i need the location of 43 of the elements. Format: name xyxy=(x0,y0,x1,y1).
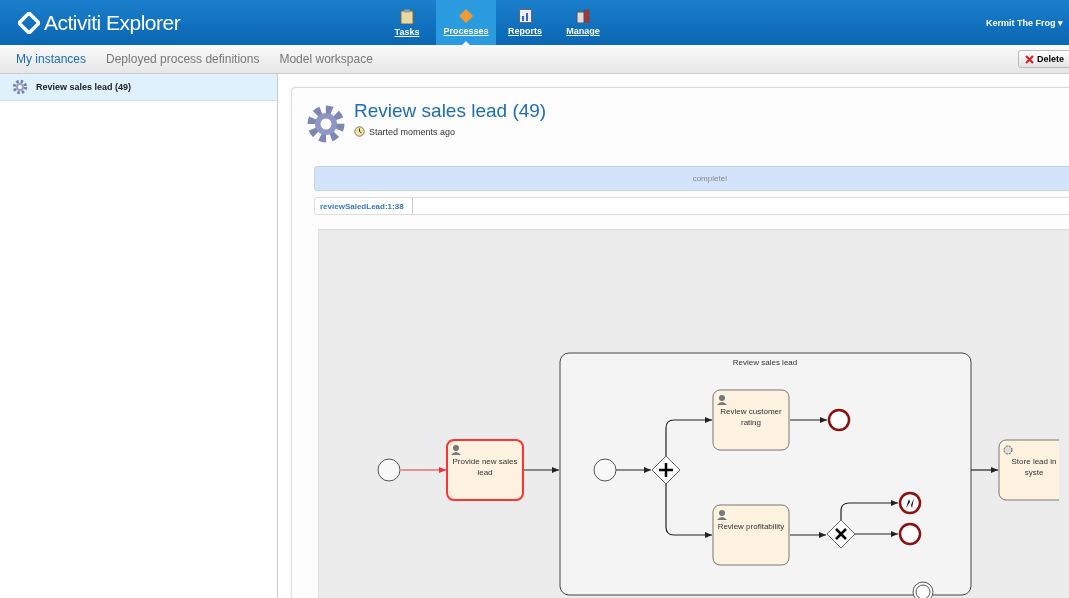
sequence-arrow xyxy=(615,467,652,473)
task-label: Store lead in syste xyxy=(1010,456,1058,478)
started-time-text: Started moments ago xyxy=(369,126,456,137)
sequence-arrow xyxy=(522,467,560,473)
gear-icon xyxy=(1003,445,1013,455)
nav-tab[interactable]: Manage xyxy=(554,0,612,45)
cross-icon xyxy=(1025,54,1034,64)
person-icon xyxy=(451,445,461,455)
delete-button[interactable]: Delete xyxy=(1018,50,1069,68)
sequence-arrow xyxy=(665,417,713,457)
diamond-icon xyxy=(459,9,473,23)
task-label: Review customer rating xyxy=(719,406,783,428)
sequence-arrow xyxy=(789,417,828,423)
sequence-arrow xyxy=(840,500,899,521)
person-icon xyxy=(717,510,727,520)
nav-tab[interactable]: Tasks xyxy=(378,0,436,45)
sequence-arrow xyxy=(400,467,447,473)
breadcrumb-link[interactable]: reviewSaledLead:1:38 xyxy=(315,198,413,214)
sequence-arrow xyxy=(665,483,713,538)
sequence-arrow xyxy=(789,532,827,538)
nav-tab[interactable]: Processes xyxy=(436,0,496,45)
task-label: Review profitability xyxy=(716,521,786,532)
sub-tab[interactable]: My instances xyxy=(16,52,87,66)
sub-tab[interactable]: Model workspace xyxy=(279,52,373,66)
gear-icon xyxy=(306,104,346,144)
nav-tab[interactable]: Reports xyxy=(496,0,554,45)
gear-icon xyxy=(12,79,28,95)
progress-label: complete! xyxy=(692,174,728,183)
clipboard-icon xyxy=(400,8,414,24)
report-icon xyxy=(518,9,532,23)
clock-icon xyxy=(354,126,365,137)
instance-title: Review sales lead (49) xyxy=(354,100,547,122)
user-menu[interactable]: Kermit The Frog ▾ xyxy=(986,17,1069,28)
person-icon xyxy=(717,395,727,405)
sequence-arrow xyxy=(854,531,899,537)
diamond-logo-icon xyxy=(18,11,40,34)
app-logo-text: Activiti Explorer xyxy=(44,10,181,35)
subprocess-label: Review sales lead xyxy=(732,358,798,367)
instance-list-item[interactable]: Review sales lead (49) xyxy=(0,74,277,101)
sub-tab[interactable]: Deployed process definitions xyxy=(106,52,260,66)
task-label: Provide new sales lead xyxy=(451,456,519,478)
cabinet-icon xyxy=(576,9,590,23)
sequence-arrow xyxy=(970,467,999,473)
